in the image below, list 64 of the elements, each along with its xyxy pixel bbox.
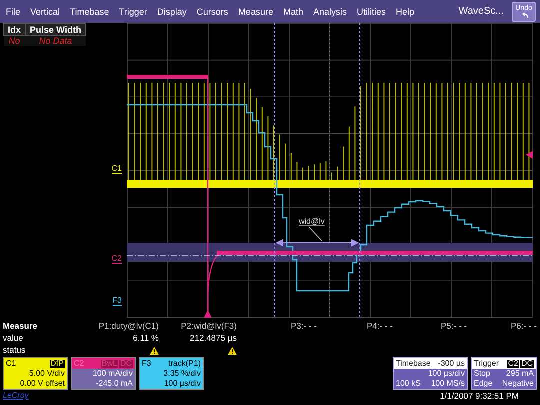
parameter-name[interactable]: P4:- - - — [323, 321, 399, 333]
trigger-level-marker-icon — [526, 151, 533, 159]
channel-name: F3 — [142, 359, 152, 368]
menu-item[interactable]: File — [6, 6, 21, 16]
timebase-title[interactable]: Timebase — [396, 359, 431, 368]
trace-label: F3 — [112, 297, 122, 306]
channel-setting: 100 µs/div — [163, 379, 201, 389]
parameter-name[interactable]: P2:wid@lv(F3) — [165, 321, 243, 333]
table-cell: No — [4, 36, 26, 46]
channel-setting: 3.35 %/div — [162, 369, 201, 379]
brand-logo: LeCroy — [3, 391, 29, 400]
cursor-line[interactable] — [274, 23, 276, 318]
setting-label: 100 kS — [396, 379, 421, 389]
setting-value: 100 µs/div — [428, 369, 465, 379]
menu-item[interactable]: Measure — [238, 6, 274, 16]
channel-badge: DfP — [50, 360, 65, 368]
menu-item[interactable]: Trigger — [119, 6, 148, 16]
column-header: Pulse Width — [26, 24, 86, 36]
setting-value: 295 mA — [506, 369, 534, 379]
menu-item[interactable]: Vertical — [30, 6, 60, 16]
product-name: WaveSc... — [458, 6, 504, 17]
measure-title: Measure — [3, 321, 38, 333]
parameter-name[interactable]: P1:duty@lv(C1) — [91, 321, 165, 333]
menu-item[interactable]: Analysis — [313, 6, 347, 16]
trigger-position-marker-icon — [204, 310, 212, 318]
channel-setting: 5.00 V/div — [28, 369, 65, 379]
parameter-name[interactable]: P5:- - - — [399, 321, 473, 333]
date-time: 1/1/2007 9:32:51 PM — [440, 390, 519, 400]
parameter-value: 6.11 % — [132, 333, 160, 345]
menu-item[interactable]: Display — [157, 6, 187, 16]
parameter-name[interactable]: P6:- - - — [473, 321, 540, 333]
channel-name: C2 — [74, 359, 84, 368]
menu-item[interactable]: Cursors — [196, 6, 228, 16]
setting-label: Stop — [474, 369, 490, 379]
menu-item[interactable]: Timebase — [70, 6, 110, 16]
channel-setting: 0.00 V offset — [19, 379, 65, 389]
trigger-title[interactable]: Trigger — [474, 359, 500, 368]
setting-value: 100 MS/s — [431, 379, 465, 389]
channel-badge: BwL — [100, 360, 118, 368]
column-header: Idx — [4, 24, 26, 36]
channel-setting: -245.0 mA — [95, 379, 133, 389]
parameter-name[interactable]: P3:- - - — [243, 321, 323, 333]
row-label: value — [3, 333, 24, 345]
trigger-badge: C2 — [507, 360, 520, 368]
channel-header[interactable]: F3 track(P1) — [140, 358, 203, 369]
setting-label: Edge — [474, 379, 493, 389]
setting-value: Negative — [502, 379, 534, 389]
menu-item[interactable]: Utilities — [356, 6, 386, 16]
leader-line — [308, 226, 322, 242]
trigger-badge: DC — [520, 360, 534, 368]
channel-setting: 100 mA/div — [92, 369, 133, 379]
channel-badge: DC — [119, 360, 133, 368]
timebase-delay: -300 µs — [438, 359, 465, 368]
undo-icon — [520, 12, 528, 18]
trace-label: C1 — [112, 165, 122, 174]
parameter-value: 212.4875 µs — [189, 333, 238, 345]
trace-label: C2 — [112, 255, 122, 264]
channel-name: C1 — [6, 359, 16, 368]
source-label: track(P1) — [168, 359, 201, 368]
channel-header[interactable]: C1 DfP — [4, 358, 67, 369]
row-label: status — [3, 345, 27, 357]
cursor-label: wid@lv — [299, 217, 325, 226]
menu-item[interactable]: Help — [396, 6, 415, 16]
menu-item[interactable]: Math — [283, 6, 304, 16]
